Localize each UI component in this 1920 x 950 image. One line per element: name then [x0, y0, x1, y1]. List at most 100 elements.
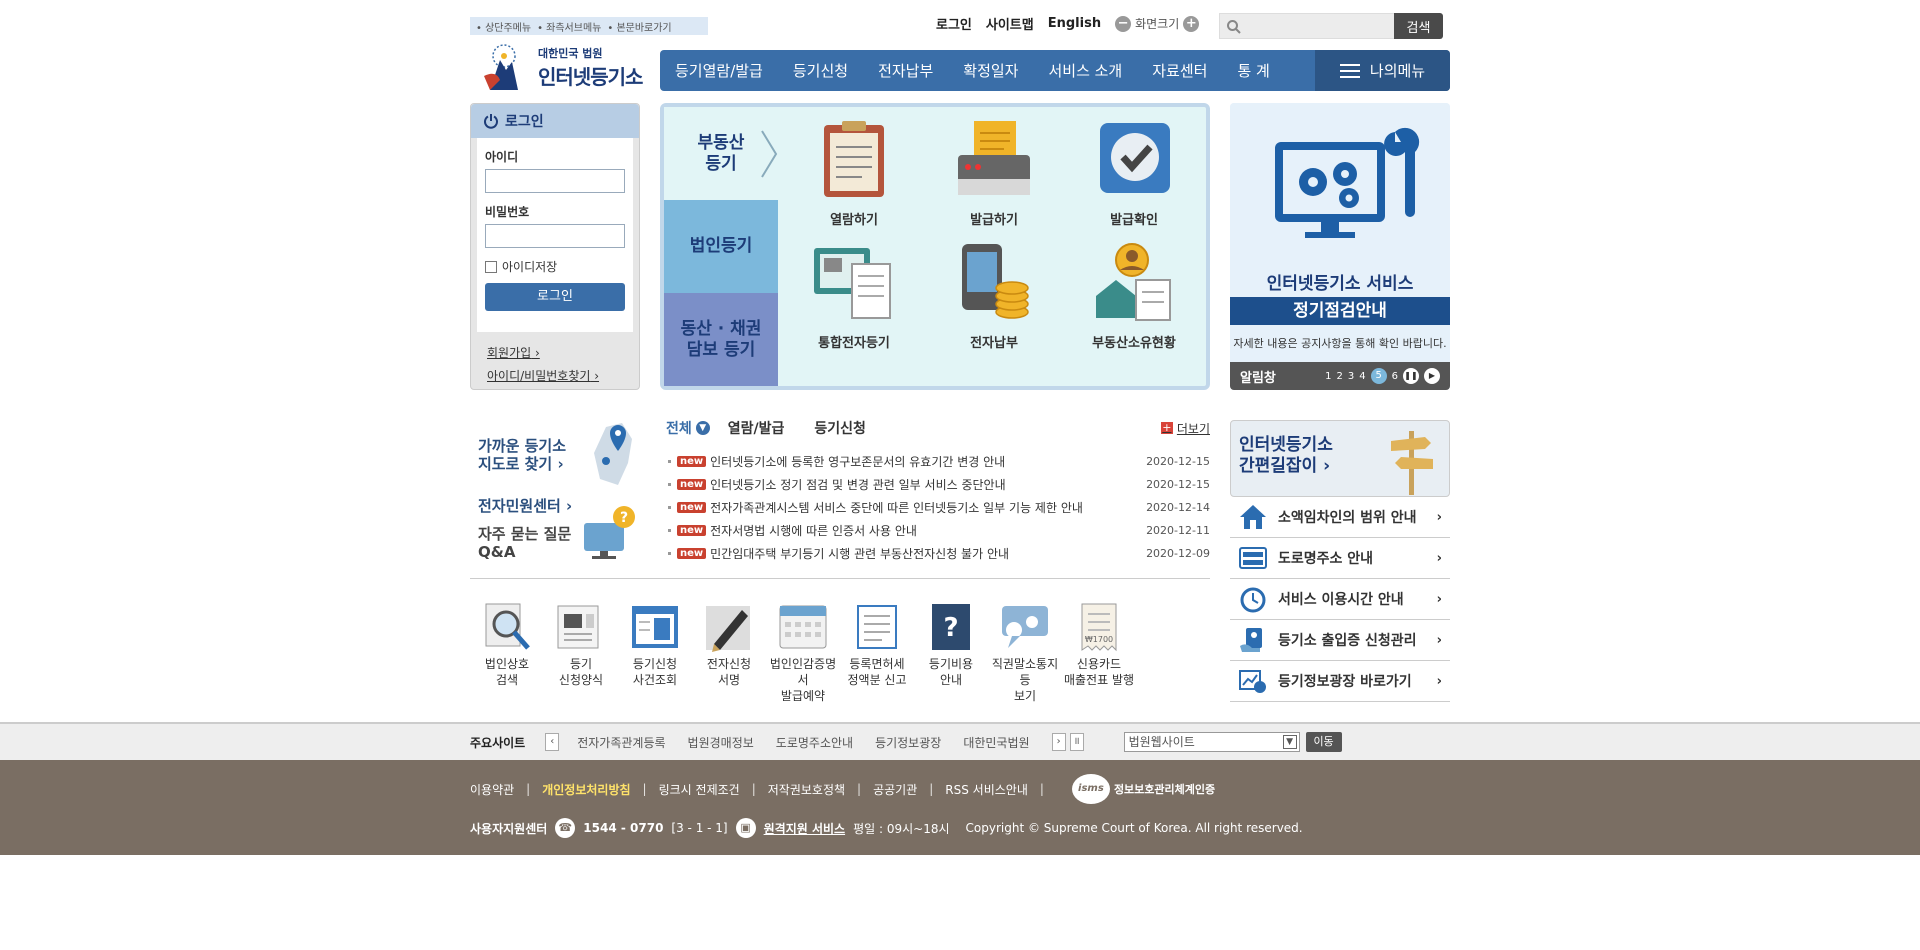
notice-item[interactable]: new 전자가족관계시스템 서비스 중단에 따른 인터넷등기소 일부 기능 제한 … [666, 496, 1210, 519]
footer-link[interactable]: 공공기관 [873, 781, 917, 798]
banner-page[interactable]: 1 [1325, 371, 1331, 382]
issue-button[interactable]: 발급하기 [924, 117, 1064, 228]
login-link[interactable]: 로그인 [936, 14, 972, 33]
integrated-e-registry-button[interactable]: 통합전자등기 [784, 240, 924, 351]
gnb-item-service-intro[interactable]: 서비스 소개 [1033, 60, 1137, 81]
court-sites-select[interactable]: 법원웹사이트 ▼ [1123, 732, 1300, 752]
gnb-item-payment[interactable]: 전자납부 [863, 60, 948, 81]
related-site-link[interactable]: 도로명주소안내 [776, 734, 853, 751]
pause-icon[interactable]: ❚❚ [1403, 368, 1419, 384]
view-button[interactable]: 열람하기 [784, 117, 924, 228]
registry-info-plaza-link[interactable]: 등기정보광장 바로가기 › [1230, 661, 1450, 702]
related-site-link[interactable]: 등기정보광장 [875, 734, 941, 751]
access-card-link[interactable]: 등기소 출입증 신청관리 › [1230, 620, 1450, 661]
tab-view-issue[interactable]: 열람/발급 [728, 418, 785, 438]
english-link[interactable]: English [1048, 16, 1101, 31]
footer-link[interactable]: 저작권보호정책 [768, 781, 845, 798]
gnb-item-fixed-date[interactable]: 확정일자 [948, 60, 1033, 81]
sitemap-link[interactable]: 사이트맵 [986, 14, 1034, 33]
banner-page[interactable]: 2 [1337, 371, 1343, 382]
tab-apply[interactable]: 등기신청 [814, 418, 866, 438]
corp-name-search-button[interactable]: 법인상호 검색 [470, 600, 544, 705]
property-ownership-label: 부동산소유현황 [1092, 336, 1176, 351]
faq-link[interactable]: 자주 묻는 질문 Q&A [478, 525, 572, 561]
notice-title: 전자가족관계시스템 서비스 중단에 따른 인터넷등기소 일부 기능 제한 안내 [710, 501, 1083, 515]
e-signature-button[interactable]: 전자신청 서명 [692, 600, 766, 705]
license-tax-report-button[interactable]: 등록면허세 정액분 신고 [840, 600, 914, 705]
court-emblem-icon [484, 44, 518, 90]
isms-seal-icon: isms [1071, 774, 1110, 804]
id-field[interactable] [485, 169, 625, 193]
save-id-checkbox[interactable] [485, 260, 497, 273]
e-civil-center-link[interactable]: 전자민원센터 › [478, 497, 572, 515]
related-site-link[interactable]: 전자가족관계등록 [577, 734, 665, 751]
login-button[interactable]: 로그인 [485, 283, 625, 311]
notice-item[interactable]: new 민간임대주택 부기등기 시행 관련 부동산전자신청 불가 안내 2020-1… [666, 542, 1210, 565]
search-bar: 검색 [1219, 13, 1443, 39]
go-button[interactable]: 이동 [1305, 732, 1342, 752]
next-icon[interactable]: › [1051, 733, 1066, 751]
chat-bubbles-icon [1002, 606, 1048, 648]
related-site-link[interactable]: 대한민국법원 [963, 734, 1029, 751]
registry-fee-guide-button[interactable]: ? 등기비용 안내 [914, 600, 988, 705]
banner-page[interactable]: 3 [1348, 371, 1354, 382]
tab-movable-property[interactable]: 동산 · 채권 담보 등기 [664, 293, 778, 386]
banner-page[interactable]: 6 [1392, 371, 1398, 382]
pause-icon[interactable]: ॥ [1069, 733, 1084, 751]
search-input[interactable] [1219, 13, 1394, 39]
my-menu-button[interactable]: 나의메뉴 [1315, 50, 1450, 91]
footer-link[interactable]: RSS 서비스안내 [945, 781, 1028, 798]
notice-item[interactable]: new 인터넷등기소에 등록한 영구보존문서의 유효기간 변경 안내 2020-12… [666, 450, 1210, 473]
related-site-link[interactable]: 법원경매정보 [688, 734, 754, 751]
gnb-item-statistics[interactable]: 통 계 [1222, 60, 1284, 81]
tab-corporate[interactable]: 법인등기 [664, 200, 778, 293]
card-receipt-button[interactable]: ₩1700 신용카드 매출전표 발행 [1062, 600, 1136, 705]
banner-page-active[interactable]: 5 [1370, 368, 1387, 384]
zoom-out-icon[interactable]: − [1115, 15, 1132, 32]
tab-all[interactable]: 전체 ▼ [666, 418, 710, 438]
notice-item[interactable]: new 전자서명법 시행에 따른 인증서 사용 안내 2020-12-11 [666, 519, 1210, 542]
small-tenant-link[interactable]: 소액임차인의 범위 안내 › [1230, 497, 1450, 538]
issue-confirm-button[interactable]: 발급확인 [1064, 117, 1204, 228]
e-payment-button[interactable]: 전자납부 [924, 240, 1064, 351]
zoom-in-icon[interactable]: + [1183, 15, 1200, 32]
ex-officio-notice-button[interactable]: 직권말소통지등 보기 [988, 600, 1062, 705]
service-hours-link[interactable]: 서비스 이용시간 안내 › [1230, 579, 1450, 620]
road-sign-icon [1239, 547, 1267, 569]
case-lookup-button[interactable]: 등기신청 사건조회 [618, 600, 692, 705]
notice-item[interactable]: new 인터넷등기소 정기 점검 및 변경 관련 일부 서비스 중단안내 2020-… [666, 473, 1210, 496]
footer-link[interactable]: 링크시 전제조건 [659, 781, 740, 798]
road-address-link[interactable]: 도로명주소 안내 › [1230, 538, 1450, 579]
play-icon[interactable]: ▶ [1424, 368, 1440, 384]
footer-link[interactable]: 이용약관 [470, 781, 514, 798]
banner-page[interactable]: 4 [1359, 371, 1365, 382]
join-link[interactable]: 회원가입 › [487, 344, 623, 361]
gnb-item-view-issue[interactable]: 등기열람/발급 [660, 60, 778, 81]
prev-icon[interactable]: ‹ [545, 733, 560, 751]
logo[interactable]: 대한민국 법원 인터넷등기소 [476, 42, 643, 92]
easy-guide-banner[interactable]: 인터넷등기소 간편길잡이 › [1230, 420, 1450, 497]
notice-banner[interactable]: 인터넷등기소 서비스 정기점검안내 자세한 내용은 공지사항을 통해 확인 바랍… [1230, 103, 1450, 390]
application-forms-button[interactable]: 등기 신청양식 [544, 600, 618, 705]
payment-coins-icon [962, 244, 1029, 319]
support-phone-ext: [3 - 1 - 1] [671, 821, 728, 835]
magnifier-doc-icon [485, 603, 530, 650]
gnb-item-apply[interactable]: 등기신청 [778, 60, 863, 81]
search-button[interactable]: 검색 [1394, 13, 1443, 39]
skip-link[interactable]: 좌측서브메뉴 [537, 19, 601, 34]
skip-link[interactable]: 상단주메뉴 [476, 19, 531, 34]
login-box: 로그인 아이디 비밀번호 아이디저장 로그인 회원가입 › 아이디/비밀번호찾기… [470, 103, 640, 390]
password-field[interactable] [485, 224, 625, 248]
skip-link[interactable]: 본문바로가기 [607, 19, 671, 34]
nearby-registry-link[interactable]: 가까운 등기소 지도로 찾기 › [478, 437, 566, 473]
gnb-item-data-center[interactable]: 자료센터 [1137, 60, 1222, 81]
seal-certificate-reservation-button[interactable]: 법인인감증명서 발급예약 [766, 600, 840, 705]
more-link[interactable]: + 더보기 [1160, 420, 1210, 437]
footer-link-privacy[interactable]: 개인정보처리방침 [542, 781, 630, 798]
chevron-right-icon: › [1436, 550, 1442, 566]
svg-text:?: ? [943, 613, 958, 643]
remote-support-link[interactable]: 원격지원 서비스 [764, 820, 845, 837]
property-ownership-button[interactable]: 부동산소유현황 [1064, 240, 1204, 351]
svg-text:?: ? [620, 510, 628, 526]
find-account-link[interactable]: 아이디/비밀번호찾기 › [487, 367, 623, 384]
